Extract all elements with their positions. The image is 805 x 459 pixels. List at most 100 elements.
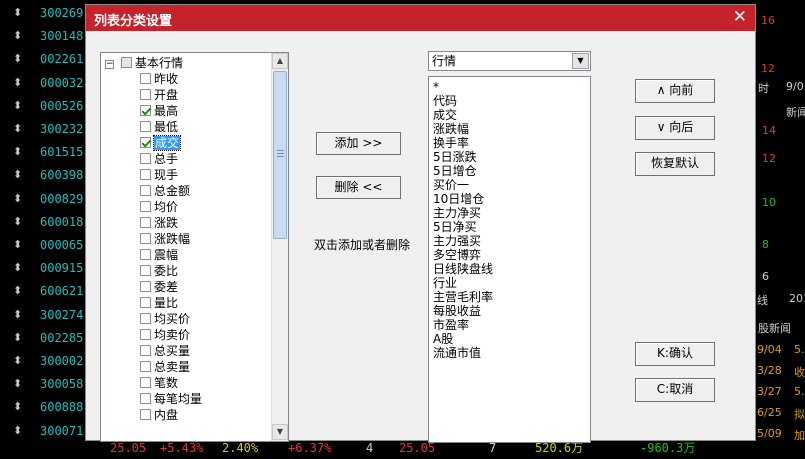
move-down-button[interactable]: ∨ 向后 <box>635 116 715 140</box>
scroll-down-icon[interactable]: ▼ <box>272 424 288 440</box>
stock-row[interactable]: ⬍ 300232 <box>0 119 90 139</box>
stock-row[interactable]: ⬍ 600888 <box>0 397 90 417</box>
field-checkbox[interactable] <box>140 201 151 212</box>
column-list-item[interactable]: 涨跌幅 <box>433 122 590 136</box>
tree-item[interactable]: 均卖价 <box>140 327 190 343</box>
column-list-item[interactable]: 5日增仓 <box>433 164 590 178</box>
field-checkbox[interactable] <box>140 329 151 340</box>
cancel-button[interactable]: C:取消 <box>635 378 715 402</box>
tree-item[interactable]: 最低 <box>140 119 178 135</box>
field-checkbox[interactable] <box>140 377 151 388</box>
stock-row[interactable]: ⬍ 002285 <box>0 328 90 348</box>
stock-row[interactable]: ⬍ 300148 <box>0 26 90 46</box>
field-tree[interactable]: − 基本行情 昨收 开盘 最高 最低 成交 总手 现手 总金额 均价 涨跌 涨跌幅 震幅 委比 委差 量比 均买… <box>100 52 289 442</box>
tree-item[interactable]: 均价 <box>140 199 178 215</box>
tree-item[interactable]: 内盘 <box>140 407 178 423</box>
stock-row[interactable]: ⬍ 000829 <box>0 189 90 209</box>
stock-row[interactable]: ⬍ 600398 <box>0 165 90 185</box>
tree-item[interactable]: 均买价 <box>140 311 190 327</box>
stock-row[interactable]: ⬍ 300058 <box>0 374 90 394</box>
selected-columns-list[interactable]: * 代码 成交 涨跌幅 换手率 5日涨跌 5日增仓 买价一 10日增仓 主力净买 5日净买 主力强买多… <box>428 76 591 443</box>
field-checkbox[interactable] <box>140 345 151 356</box>
tree-root-row[interactable]: − 基本行情 <box>105 55 183 71</box>
confirm-button[interactable]: K:确认 <box>635 342 715 366</box>
field-checkbox[interactable] <box>140 153 151 164</box>
tree-item[interactable]: 昨收 <box>140 71 178 87</box>
column-list-item[interactable]: 成交 <box>433 108 590 122</box>
column-list-item[interactable]: 买价一 <box>433 178 590 192</box>
category-select[interactable]: 行情 ▼ <box>428 51 591 71</box>
collapse-icon[interactable]: − <box>105 60 114 69</box>
column-list-item[interactable]: A股 <box>433 332 590 346</box>
field-checkbox[interactable] <box>140 137 151 148</box>
tree-item[interactable]: 总买量 <box>140 343 190 359</box>
close-icon[interactable]: ✕ <box>733 7 747 27</box>
field-checkbox[interactable] <box>140 361 151 372</box>
tree-item[interactable]: 成交 <box>140 135 182 151</box>
stock-row[interactable]: ⬍ 300002 <box>0 351 90 371</box>
stock-row[interactable]: ⬍ 000526 <box>0 96 90 116</box>
field-checkbox[interactable] <box>140 185 151 196</box>
field-checkbox[interactable] <box>140 281 151 292</box>
stock-row[interactable]: ⬍ 000032 <box>0 73 90 93</box>
stock-row[interactable]: ⬍ 600621 <box>0 281 90 301</box>
field-checkbox[interactable] <box>140 233 151 244</box>
tree-item[interactable]: 每笔均量 <box>140 391 202 407</box>
column-list-item[interactable]: 流通市值 <box>433 346 590 360</box>
tree-scrollbar[interactable]: ▲ ▼ <box>271 53 288 441</box>
column-list-item[interactable]: 5日涨跌 <box>433 150 590 164</box>
add-button[interactable]: 添加 >> <box>316 132 401 155</box>
field-checkbox[interactable] <box>140 409 151 420</box>
move-up-button[interactable]: ∧ 向前 <box>635 79 715 103</box>
column-list-item[interactable]: 主营毛利率 <box>433 290 590 304</box>
field-checkbox[interactable] <box>140 393 151 404</box>
field-checkbox[interactable] <box>140 217 151 228</box>
stock-row[interactable]: ⬍ 000065 <box>0 235 90 255</box>
scroll-thumb[interactable] <box>273 71 287 239</box>
field-checkbox[interactable] <box>140 313 151 324</box>
tree-item[interactable]: 涨跌幅 <box>140 231 190 247</box>
stock-row[interactable]: ⬍ 000915 <box>0 258 90 278</box>
dropdown-arrow-icon[interactable]: ▼ <box>572 53 589 69</box>
tree-item[interactable]: 最高 <box>140 103 178 119</box>
stock-row[interactable]: ⬍ 601515 <box>0 142 90 162</box>
tree-item[interactable]: 笔数 <box>140 375 178 391</box>
tree-item[interactable]: 总金额 <box>140 183 190 199</box>
stock-row[interactable]: ⬍ 600018 <box>0 212 90 232</box>
scroll-up-icon[interactable]: ▲ <box>272 53 288 69</box>
field-checkbox[interactable] <box>140 105 151 116</box>
tree-item[interactable]: 委比 <box>140 263 178 279</box>
tree-item[interactable]: 开盘 <box>140 87 178 103</box>
root-checkbox[interactable] <box>121 57 132 68</box>
column-list-item[interactable]: 10日增仓 <box>433 192 590 206</box>
column-list-item[interactable]: 行业 <box>433 276 590 290</box>
tree-item[interactable]: 总手 <box>140 151 178 167</box>
stock-row[interactable]: ⬍ 300269 <box>0 3 90 23</box>
column-list-item[interactable]: 日线陕盘线 <box>433 262 590 276</box>
column-list-item[interactable]: 主力净买 <box>433 206 590 220</box>
column-list-item[interactable]: * <box>433 80 590 94</box>
column-list-item[interactable]: 5日净买 <box>433 220 590 234</box>
tree-item[interactable]: 总卖量 <box>140 359 190 375</box>
column-list-item[interactable]: 多空博弈 <box>433 248 590 262</box>
field-checkbox[interactable] <box>140 169 151 180</box>
column-list-item[interactable]: 换手率 <box>433 136 590 150</box>
tree-item[interactable]: 委差 <box>140 279 178 295</box>
restore-default-button[interactable]: 恢复默认 <box>635 152 715 176</box>
stock-row[interactable]: ⬍ 002261 <box>0 49 90 69</box>
field-checkbox[interactable] <box>140 73 151 84</box>
stock-row[interactable]: ⬍ 300274 <box>0 305 90 325</box>
field-checkbox[interactable] <box>140 249 151 260</box>
tree-item[interactable]: 震幅 <box>140 247 178 263</box>
field-checkbox[interactable] <box>140 121 151 132</box>
column-list-item[interactable]: 市盈率 <box>433 318 590 332</box>
tree-item[interactable]: 现手 <box>140 167 178 183</box>
field-checkbox[interactable] <box>140 265 151 276</box>
field-checkbox[interactable] <box>140 89 151 100</box>
tree-item[interactable]: 涨跌 <box>140 215 178 231</box>
field-checkbox[interactable] <box>140 297 151 308</box>
tree-item[interactable]: 量比 <box>140 295 178 311</box>
column-list-item[interactable]: 主力强买 <box>433 234 590 248</box>
remove-button[interactable]: 删除 << <box>316 176 401 199</box>
column-list-item[interactable]: 代码 <box>433 94 590 108</box>
